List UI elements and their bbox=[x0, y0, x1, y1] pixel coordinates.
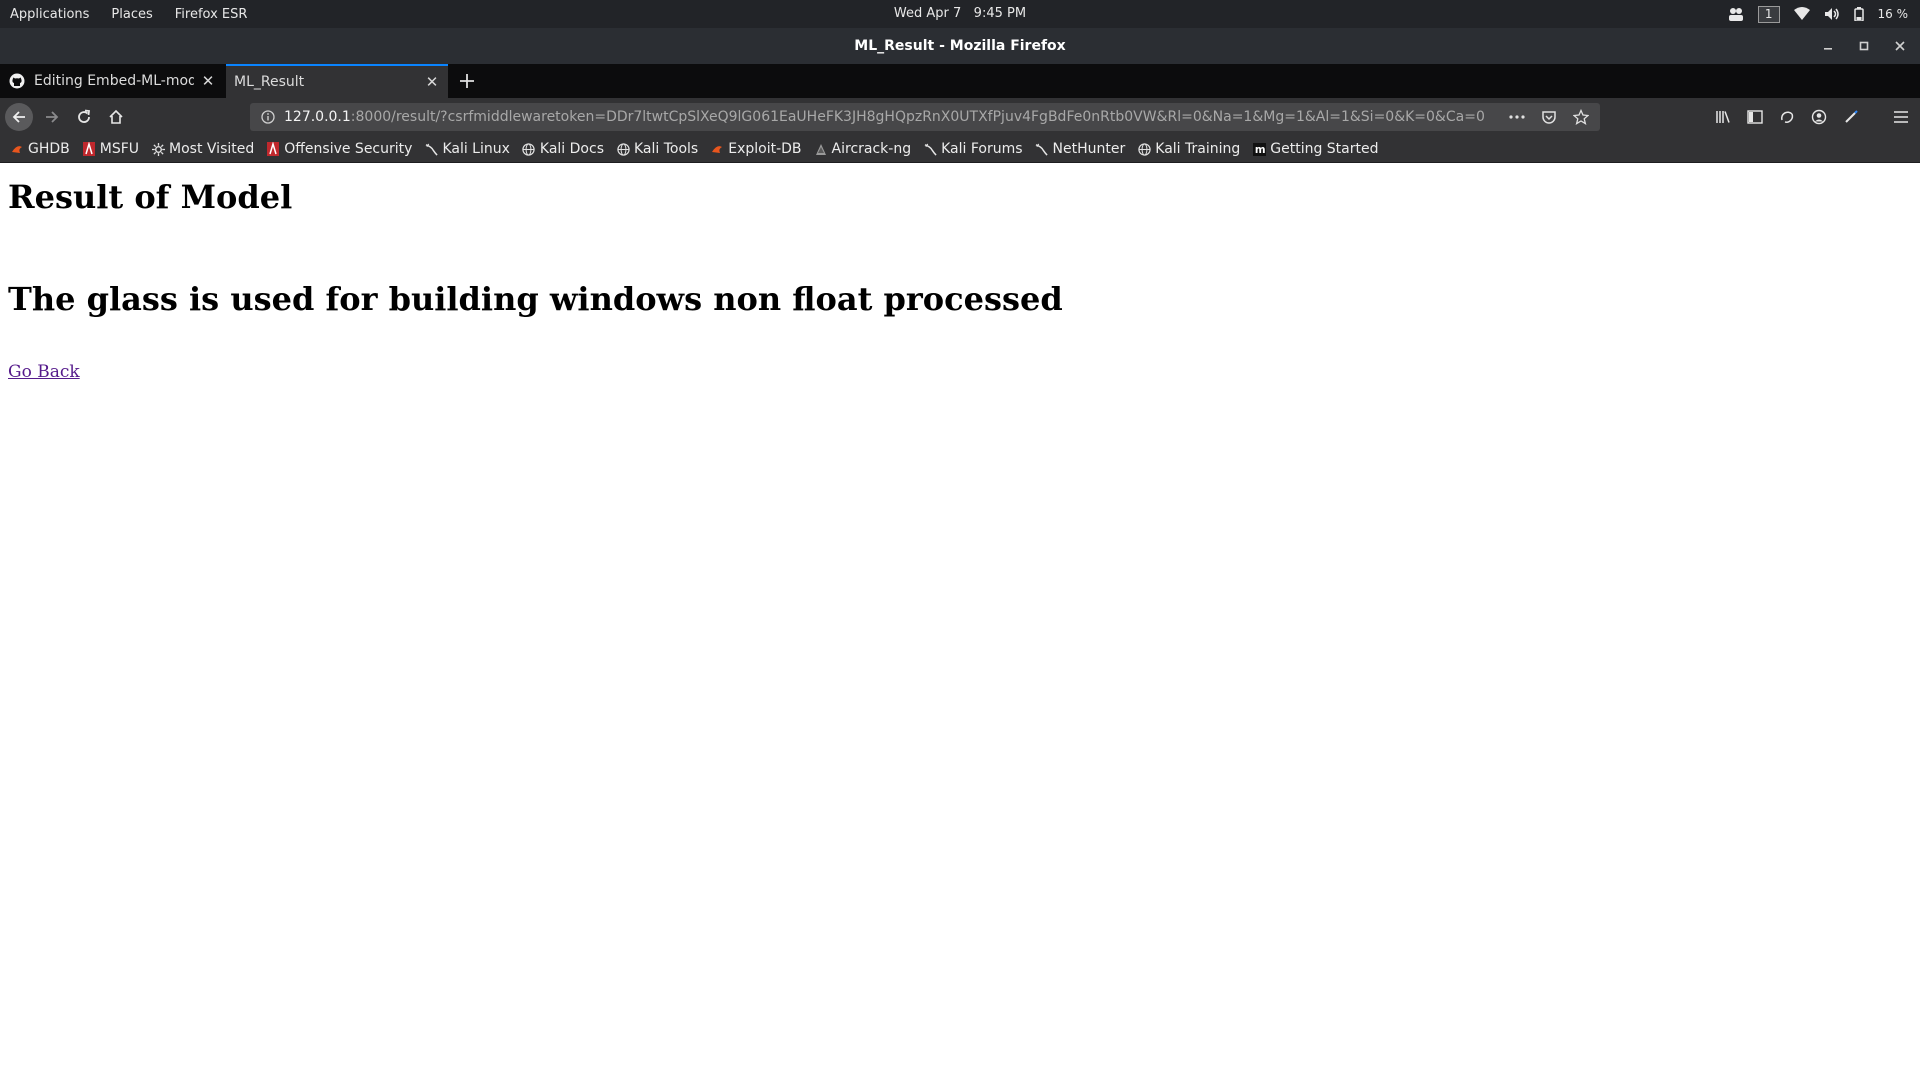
exploitdb-icon bbox=[710, 142, 724, 156]
info-icon[interactable] bbox=[258, 110, 278, 124]
home-button[interactable] bbox=[102, 103, 130, 131]
bookmark-ghdb[interactable]: GHDB bbox=[10, 141, 70, 157]
new-tab-button[interactable] bbox=[452, 64, 482, 98]
people-icon[interactable] bbox=[1728, 7, 1744, 21]
account-icon[interactable] bbox=[1808, 103, 1830, 131]
exploitdb-icon bbox=[10, 142, 24, 156]
bookmark-kali-docs[interactable]: Kali Docs bbox=[522, 141, 604, 157]
clock[interactable]: Wed Apr 7 9:45 PM bbox=[894, 6, 1026, 21]
page-content: Result of Model The glass is used for bu… bbox=[0, 164, 1920, 1080]
url-text[interactable]: 127.0.0.1:8000/result/?csrfmiddlewaretok… bbox=[284, 109, 1484, 125]
bookmark-label: Kali Linux bbox=[442, 141, 510, 157]
firefox-esr-menu[interactable]: Firefox ESR bbox=[175, 7, 248, 22]
wifi-icon[interactable] bbox=[1793, 7, 1810, 21]
library-icon[interactable] bbox=[1712, 103, 1734, 131]
globe-icon bbox=[616, 142, 630, 156]
kali-icon bbox=[923, 142, 937, 156]
bookmark-kali-tools[interactable]: Kali Tools bbox=[616, 141, 698, 157]
reload-button[interactable] bbox=[70, 103, 98, 131]
system-top-bar: Applications Places Firefox ESR Wed Apr … bbox=[0, 0, 1920, 28]
bookmark-label: Kali Training bbox=[1155, 141, 1241, 157]
battery-percent: 16 % bbox=[1877, 7, 1909, 21]
tab-editing-embed[interactable]: Editing Embed-ML-mode ✕ bbox=[0, 64, 224, 98]
battery-icon[interactable] bbox=[1853, 7, 1864, 21]
tab-label: ML_Result bbox=[234, 74, 305, 90]
home-icon bbox=[109, 109, 123, 124]
globe-icon bbox=[1137, 142, 1151, 156]
close-tab-icon[interactable]: ✕ bbox=[424, 73, 440, 91]
bookmark-label: MSFU bbox=[99, 141, 140, 157]
msfu-icon bbox=[82, 142, 96, 156]
go-back-link[interactable]: Go Back bbox=[8, 362, 80, 382]
url-path: :8000/result/?csrfmiddlewaretoken=DDr7lt… bbox=[350, 109, 1484, 125]
bookmark-label: Offensive Security bbox=[284, 141, 413, 157]
bookmark-most-visited[interactable]: Most Visited bbox=[151, 141, 254, 157]
page-actions-icon[interactable] bbox=[1506, 106, 1528, 128]
kali-icon bbox=[1035, 142, 1049, 156]
bookmark-kali-training[interactable]: Kali Training bbox=[1137, 141, 1240, 157]
result-text: The glass is used for building windows n… bbox=[8, 280, 1063, 318]
close-tab-icon[interactable]: ✕ bbox=[200, 72, 216, 90]
places-menu[interactable]: Places bbox=[111, 7, 152, 22]
maximize-icon[interactable] bbox=[1854, 36, 1874, 56]
bookmark-label: Most Visited bbox=[169, 141, 255, 157]
bookmark-label: Aircrack-ng bbox=[831, 141, 912, 157]
volume-icon[interactable] bbox=[1824, 7, 1840, 21]
back-button[interactable] bbox=[5, 103, 33, 131]
window-title-bar: ML_Result - Mozilla Firefox bbox=[0, 28, 1920, 64]
bookmark-getting-started[interactable]: m Getting Started bbox=[1252, 141, 1379, 157]
hamburger-menu-icon[interactable] bbox=[1890, 103, 1912, 131]
navigation-toolbar: 127.0.0.1:8000/result/?csrfmiddlewaretok… bbox=[0, 98, 1920, 136]
extension-pencil-icon[interactable] bbox=[1840, 103, 1862, 131]
back-arrow-icon bbox=[12, 111, 25, 123]
gear-icon bbox=[151, 142, 165, 156]
bookmark-label: Kali Tools bbox=[634, 141, 699, 157]
workspace-indicator[interactable]: 1 bbox=[1757, 5, 1780, 23]
globe-icon bbox=[522, 142, 536, 156]
bookmarks-toolbar: GHDB MSFU Most Visited Offensive Security Ka… bbox=[0, 136, 1920, 163]
plus-icon bbox=[460, 74, 474, 88]
tab-strip: Editing Embed-ML-mode ✕ ML_Result ✕ bbox=[0, 64, 1920, 98]
sync-icon[interactable] bbox=[1776, 103, 1798, 131]
pocket-icon[interactable] bbox=[1538, 106, 1560, 128]
forward-arrow-icon bbox=[46, 111, 59, 123]
close-window-icon[interactable] bbox=[1890, 36, 1910, 56]
bookmark-label: Exploit-DB bbox=[728, 141, 802, 157]
sidebar-icon[interactable] bbox=[1744, 103, 1766, 131]
tab-label: Editing Embed-ML-mode bbox=[34, 73, 194, 89]
bookmark-label: Kali Docs bbox=[539, 141, 604, 157]
page-heading: Result of Model bbox=[8, 178, 293, 216]
svg-text:m: m bbox=[1255, 145, 1266, 156]
url-host: 127.0.0.1 bbox=[284, 109, 351, 125]
applications-menu[interactable]: Applications bbox=[10, 7, 89, 22]
window-title: ML_Result - Mozilla Firefox bbox=[854, 38, 1066, 54]
bookmark-label: NetHunter bbox=[1052, 141, 1126, 157]
bookmark-aircrack-ng[interactable]: Aircrack-ng bbox=[814, 141, 912, 157]
bookmark-nethunter[interactable]: NetHunter bbox=[1035, 141, 1126, 157]
minimize-icon[interactable] bbox=[1818, 36, 1838, 56]
bookmark-kali-linux[interactable]: Kali Linux bbox=[424, 141, 510, 157]
kali-icon bbox=[424, 142, 438, 156]
bookmark-kali-forums[interactable]: Kali Forums bbox=[923, 141, 1023, 157]
offsec-icon bbox=[266, 142, 280, 156]
bookmark-label: GHDB bbox=[28, 141, 70, 157]
bookmark-star-icon[interactable] bbox=[1570, 106, 1592, 128]
bookmark-exploit-db[interactable]: Exploit-DB bbox=[710, 141, 802, 157]
url-bar[interactable]: 127.0.0.1:8000/result/?csrfmiddlewaretok… bbox=[250, 103, 1600, 131]
github-icon bbox=[8, 72, 26, 90]
m-icon: m bbox=[1252, 142, 1266, 156]
reload-icon bbox=[78, 109, 91, 123]
bookmark-msfu[interactable]: MSFU bbox=[82, 141, 139, 157]
aircrack-icon bbox=[814, 142, 828, 156]
tab-ml-result[interactable]: ML_Result ✕ bbox=[226, 64, 448, 98]
bookmark-label: Getting Started bbox=[1270, 141, 1379, 157]
bookmark-offensive-security[interactable]: Offensive Security bbox=[266, 141, 412, 157]
bookmark-label: Kali Forums bbox=[941, 141, 1023, 157]
forward-button[interactable] bbox=[38, 103, 66, 131]
